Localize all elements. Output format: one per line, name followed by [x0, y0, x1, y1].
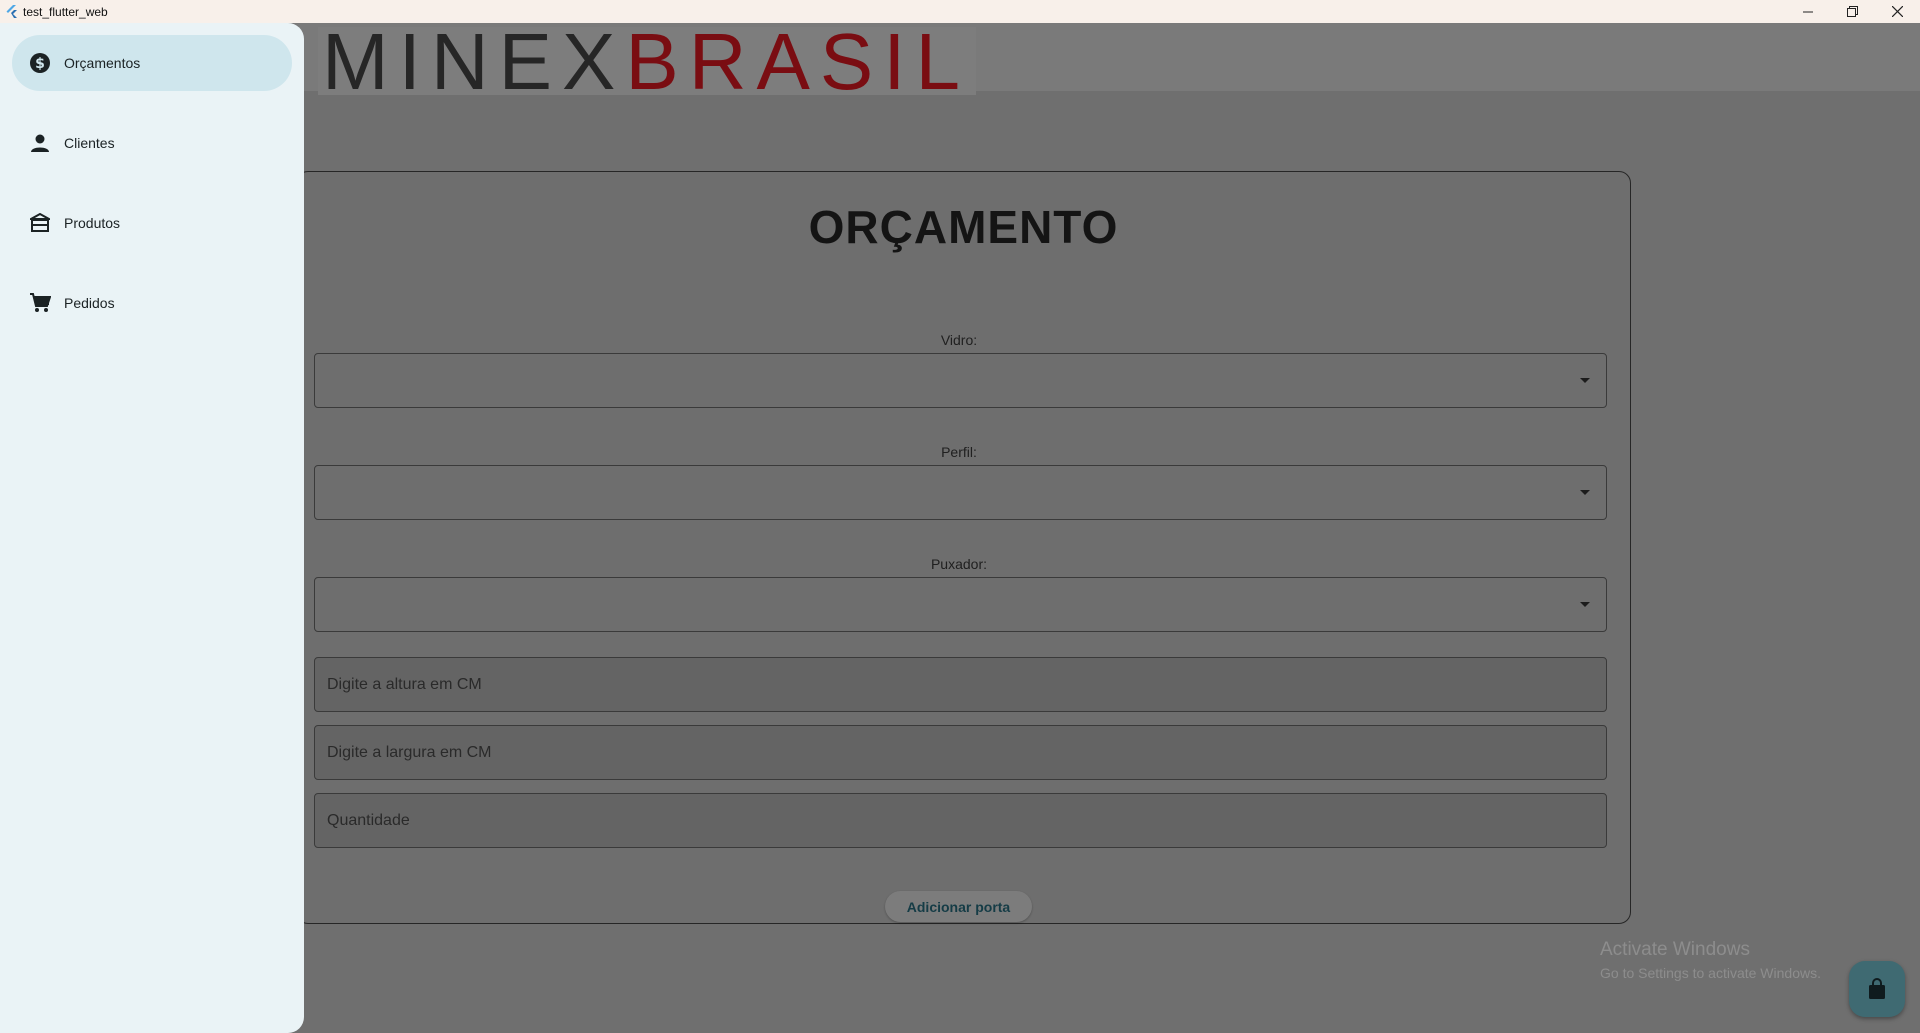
logo-part-minex: MINEX — [322, 17, 626, 106]
brand-logo: MINEX BRASIL — [318, 17, 976, 106]
dropdown-arrow-icon — [1580, 378, 1590, 383]
watermark-line1: Activate Windows — [1600, 939, 1750, 960]
sidebar-item-orcamentos[interactable]: $ Orçamentos — [12, 35, 292, 91]
page-title: ORÇAMENTO — [808, 201, 1119, 253]
sidebar-item-produtos[interactable]: Produtos — [12, 195, 292, 251]
puxador-dropdown[interactable] — [314, 577, 1607, 632]
window-controls — [1785, 0, 1920, 23]
windows-activation-watermark: Activate Windows Go to Settings to activ… — [1600, 939, 1821, 981]
person-icon — [28, 131, 52, 155]
sidebar-item-clientes[interactable]: Clientes — [12, 115, 292, 171]
quantidade-field — [314, 793, 1607, 848]
sidebar-item-pedidos[interactable]: Pedidos — [12, 275, 292, 331]
restore-button[interactable] — [1830, 0, 1875, 23]
sidebar-item-label: Orçamentos — [64, 55, 141, 71]
dollar-circle-icon: $ — [28, 51, 52, 75]
cart-icon — [28, 291, 52, 315]
flutter-logo-icon — [6, 4, 17, 18]
cart-fab-button[interactable] — [1849, 961, 1905, 1017]
navigation-drawer: $ Orçamentos Clientes Produtos Pedidos — [0, 23, 304, 1033]
close-button[interactable] — [1875, 0, 1920, 23]
sidebar-item-label: Produtos — [64, 215, 121, 231]
app-body: MINEX BRASIL $ Orçamentos Clientes Produ… — [0, 17, 1920, 1033]
sidebar-item-label: Clientes — [64, 135, 115, 151]
svg-text:$: $ — [35, 56, 45, 72]
watermark-line2: Go to Settings to activate Windows. — [1600, 965, 1821, 981]
shopping-bag-icon — [1869, 978, 1885, 999]
dropdown-arrow-icon — [1580, 490, 1590, 495]
minimize-icon — [1802, 11, 1813, 12]
minimize-button[interactable] — [1785, 0, 1830, 23]
quantidade-input[interactable] — [315, 794, 1606, 847]
largura-field — [314, 725, 1607, 780]
perfil-label: Perfil: — [941, 444, 977, 460]
window-title: test_flutter_web — [23, 4, 108, 19]
vidro-label: Vidro: — [940, 332, 978, 348]
sidebar-item-label: Pedidos — [64, 295, 115, 311]
puxador-label: Puxador: — [930, 556, 988, 572]
perfil-dropdown[interactable] — [314, 465, 1607, 520]
dropdown-arrow-icon — [1580, 602, 1590, 607]
altura-field — [314, 657, 1607, 712]
altura-input[interactable] — [315, 658, 1606, 711]
largura-input[interactable] — [315, 726, 1606, 779]
orcamento-card: ORÇAMENTO Vidro: Perfil: Puxador: Adicio… — [296, 171, 1631, 924]
close-icon — [1892, 6, 1903, 17]
restore-icon — [1847, 6, 1858, 17]
add-door-button[interactable]: Adicionar porta — [885, 891, 1032, 922]
store-icon — [28, 211, 52, 235]
vidro-dropdown[interactable] — [314, 353, 1607, 408]
logo-part-brasil: BRASIL — [625, 17, 970, 106]
